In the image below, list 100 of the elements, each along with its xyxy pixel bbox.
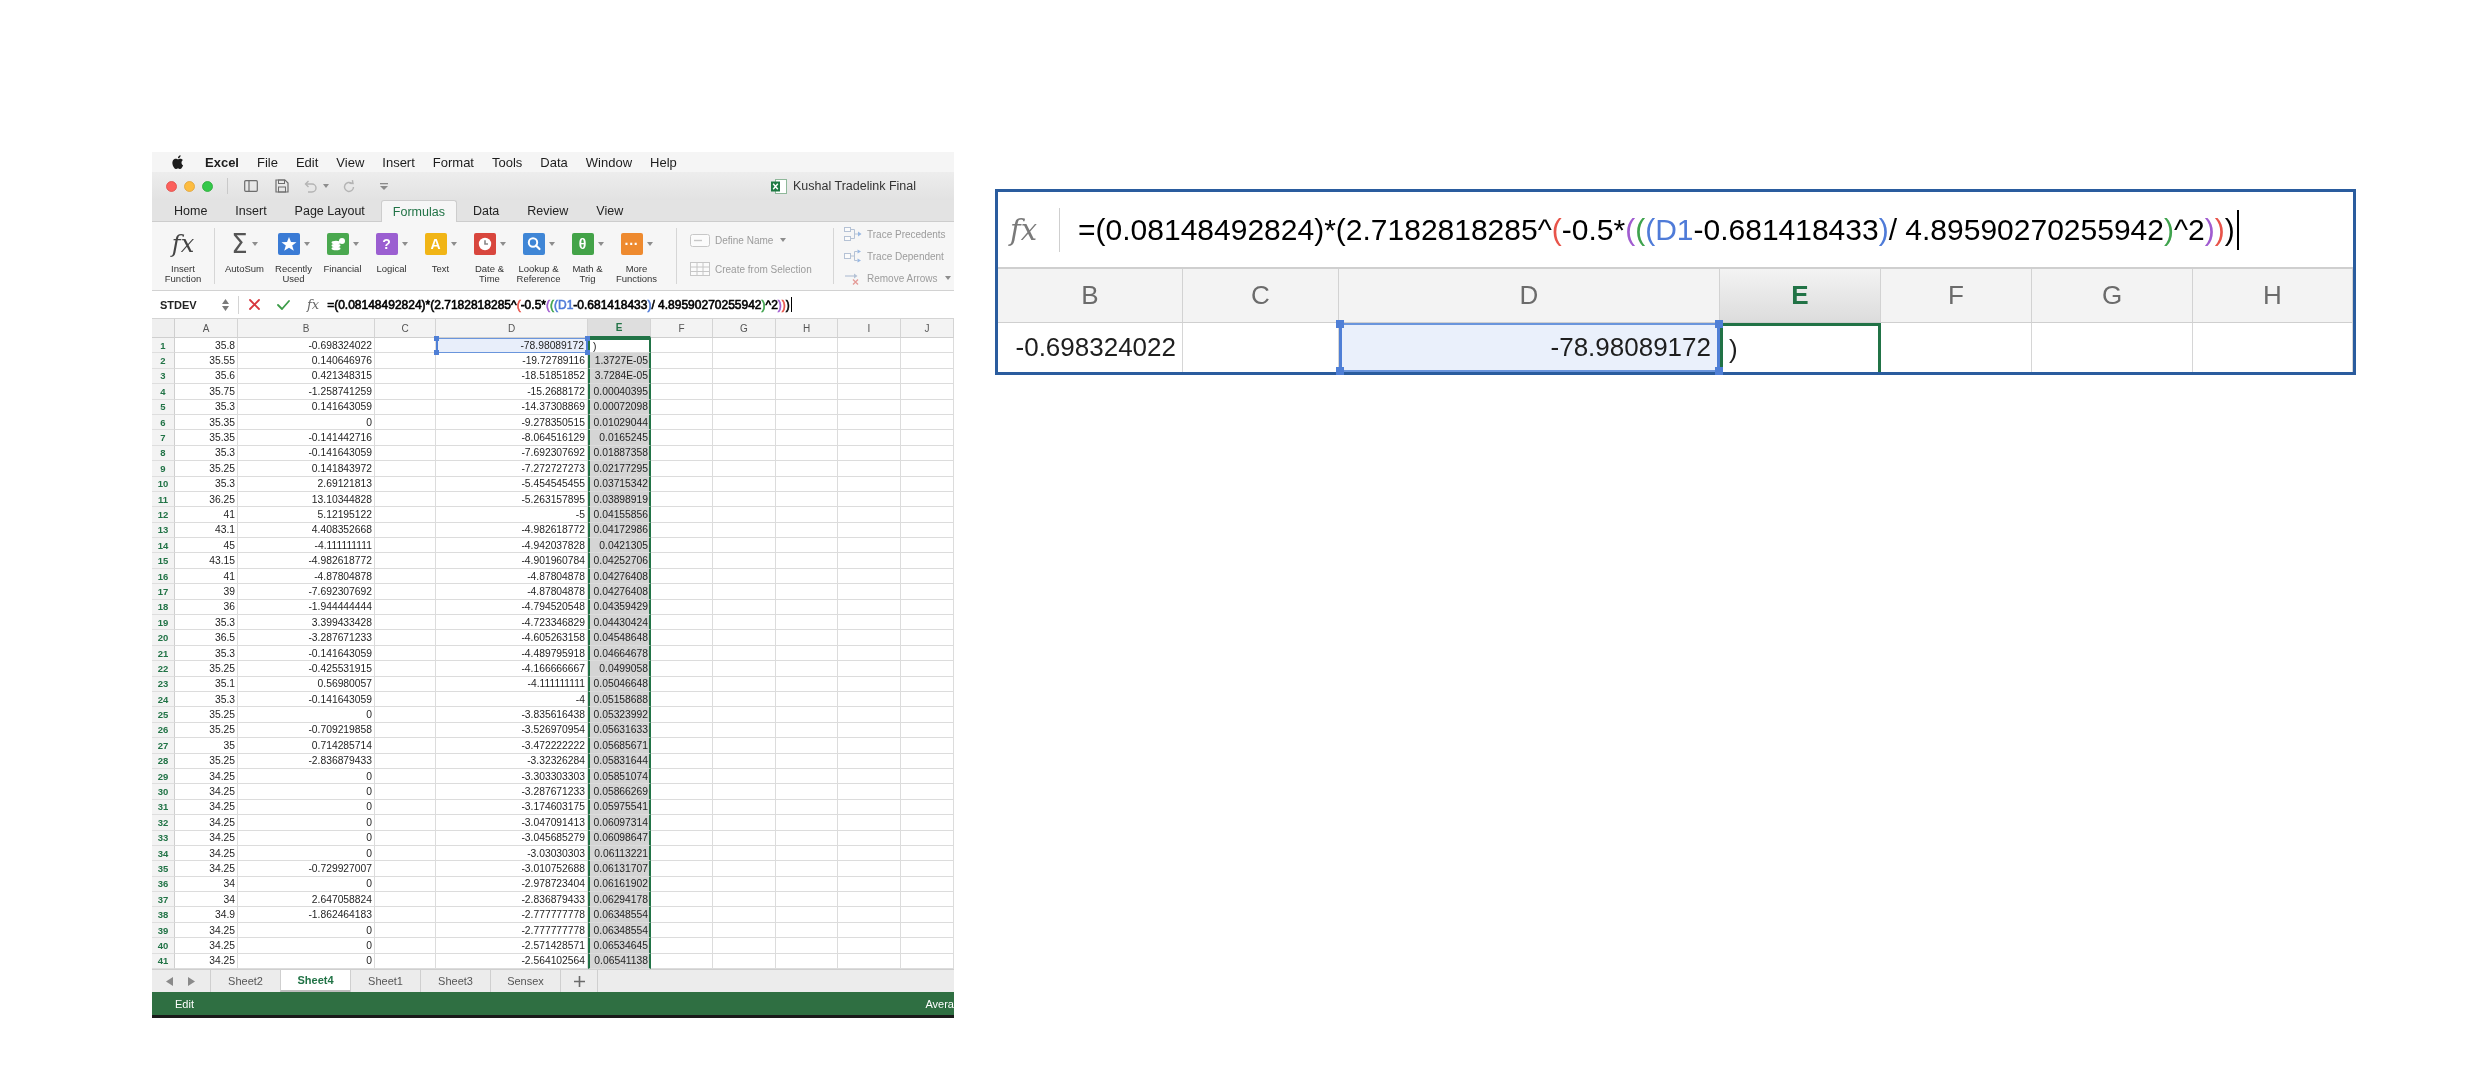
ribbon-tab[interactable]: Review — [515, 200, 581, 221]
save-icon[interactable] — [275, 179, 289, 193]
caret-icon[interactable] — [646, 242, 653, 246]
plus-icon[interactable] — [573, 975, 585, 987]
row-header[interactable]: 1 — [152, 338, 175, 354]
row-header[interactable]: 12 — [152, 507, 175, 523]
handle-icon[interactable] — [434, 336, 439, 341]
row-header[interactable]: 9 — [152, 461, 175, 477]
handle-icon[interactable] — [1715, 367, 1723, 375]
formula-field[interactable]: =(0.08148492824)*(2.7182818285^(-0.5*(((D1-0.681418433)/ 4.89590270255942)^2))) — [327, 297, 792, 312]
menu-item[interactable]: Help — [650, 154, 677, 170]
close-button[interactable] — [166, 180, 177, 192]
menu-item[interactable]: Format — [432, 154, 474, 170]
caret-icon[interactable] — [352, 242, 359, 246]
column-header[interactable]: J — [901, 319, 954, 338]
formula-field[interactable]: =(0.08148492824)*(2.7182818285^(-0.5*(((D1-0.681418433)/ 4.89590270255942)^2))) — [1078, 209, 2239, 250]
row-header[interactable]: 20 — [152, 630, 175, 646]
row-header[interactable]: 37 — [152, 892, 175, 908]
ribbon-tab[interactable]: Insert — [223, 200, 279, 221]
stepper-icon[interactable] — [222, 298, 229, 311]
column-header[interactable]: G — [2032, 269, 2193, 323]
menu-item[interactable]: Data — [540, 154, 568, 170]
ribbon-tab[interactable]: Page Layout — [282, 200, 377, 221]
menu-item[interactable]: Insert — [382, 154, 415, 170]
ribbon-button[interactable]: Recently Used — [269, 228, 318, 284]
ribbon-button[interactable]: Date & Time — [465, 228, 514, 284]
row-header[interactable]: 4 — [152, 384, 175, 400]
row-header[interactable]: 19 — [152, 615, 175, 631]
column-header[interactable]: F — [651, 319, 713, 338]
ribbon-button[interactable]: ··· More Functions — [612, 228, 661, 284]
handle-icon[interactable] — [1336, 367, 1344, 375]
apple-icon[interactable] — [172, 155, 184, 169]
row-header[interactable]: 17 — [152, 584, 175, 600]
row-header[interactable]: 22 — [152, 661, 175, 677]
row-header[interactable]: 25 — [152, 707, 175, 723]
sheet-tab[interactable]: Sheet4 — [280, 970, 350, 992]
handle-icon[interactable] — [585, 336, 590, 341]
sidebar-icon[interactable] — [244, 180, 258, 192]
handle-icon[interactable] — [1715, 320, 1723, 328]
minimize-button[interactable] — [184, 180, 195, 192]
ribbon-button[interactable]: Financial — [318, 228, 367, 284]
caret-icon[interactable] — [401, 242, 408, 246]
fx-symbol[interactable]: fx — [1010, 212, 1038, 247]
menu-item[interactable]: File — [257, 154, 278, 170]
arrow-right-icon[interactable] — [188, 976, 195, 986]
ribbon-button[interactable]: ? Logical — [367, 228, 416, 284]
arrow-left-icon[interactable] — [166, 976, 173, 986]
menu-item[interactable]: View — [336, 154, 365, 170]
row-header[interactable]: 15 — [152, 553, 175, 569]
row-header[interactable]: 7 — [152, 430, 175, 446]
check-icon[interactable] — [277, 299, 290, 310]
column-header[interactable]: C — [375, 319, 436, 338]
menu-item[interactable]: Window — [585, 154, 633, 170]
column-header[interactable]: H — [2193, 269, 2353, 323]
column-header[interactable]: B — [998, 269, 1183, 323]
caret-icon[interactable] — [323, 184, 329, 188]
caret-icon[interactable] — [450, 242, 457, 246]
row-header[interactable]: 2 — [152, 353, 175, 369]
handle-icon[interactable] — [585, 350, 590, 356]
zoom-button[interactable] — [202, 180, 213, 192]
column-header[interactable]: C — [1183, 269, 1339, 323]
column-header[interactable]: E — [588, 319, 651, 338]
row-header[interactable]: 30 — [152, 784, 175, 800]
column-header[interactable]: F — [1881, 269, 2032, 323]
ribbon-button[interactable]: Lookup & Reference — [514, 228, 563, 284]
row-header[interactable]: 14 — [152, 538, 175, 554]
toolbar-options-icon[interactable] — [380, 182, 388, 190]
caret-icon[interactable] — [548, 242, 555, 246]
handle-icon[interactable] — [434, 350, 439, 356]
caret-icon[interactable] — [251, 242, 258, 246]
caret-icon[interactable] — [499, 242, 506, 246]
caret-icon[interactable] — [303, 242, 310, 246]
ribbon-button[interactable]: Σ AutoSum — [220, 228, 269, 284]
ribbon-tab[interactable]: Formulas — [380, 200, 457, 222]
column-header[interactable]: D — [1339, 269, 1720, 323]
ribbon-button[interactable]: A Text — [416, 228, 465, 284]
column-header[interactable]: D — [436, 319, 588, 338]
column-header[interactable]: H — [776, 319, 838, 338]
fx-symbol[interactable]: fx — [307, 297, 320, 312]
handle-icon[interactable] — [1336, 320, 1344, 328]
ribbon-button[interactable]: fx Insert Function — [158, 228, 208, 284]
name-box-field[interactable]: STDEV — [152, 298, 218, 311]
column-header[interactable]: G — [713, 319, 776, 338]
row-header[interactable]: 40 — [152, 938, 175, 954]
menu-item[interactable]: Excel — [205, 154, 239, 170]
redo-icon[interactable] — [343, 179, 356, 193]
column-header[interactable]: B — [238, 319, 375, 338]
undo-icon[interactable] — [303, 179, 317, 193]
column-header[interactable]: A — [175, 319, 238, 338]
ribbon-tab[interactable]: View — [584, 200, 636, 221]
menu-item[interactable]: Edit — [295, 154, 319, 170]
ribbon-button[interactable]: θ Math & Trig — [563, 228, 612, 284]
menu-item[interactable]: Tools — [492, 154, 523, 170]
column-header[interactable]: I — [838, 319, 901, 338]
ribbon-tab[interactable]: Data — [460, 200, 512, 221]
row-header[interactable]: 27 — [152, 738, 175, 754]
ribbon-tab[interactable]: Home — [162, 200, 220, 221]
row-header[interactable]: 38 — [152, 907, 175, 923]
row-header[interactable]: 32 — [152, 815, 175, 831]
cross-icon[interactable] — [249, 299, 260, 310]
